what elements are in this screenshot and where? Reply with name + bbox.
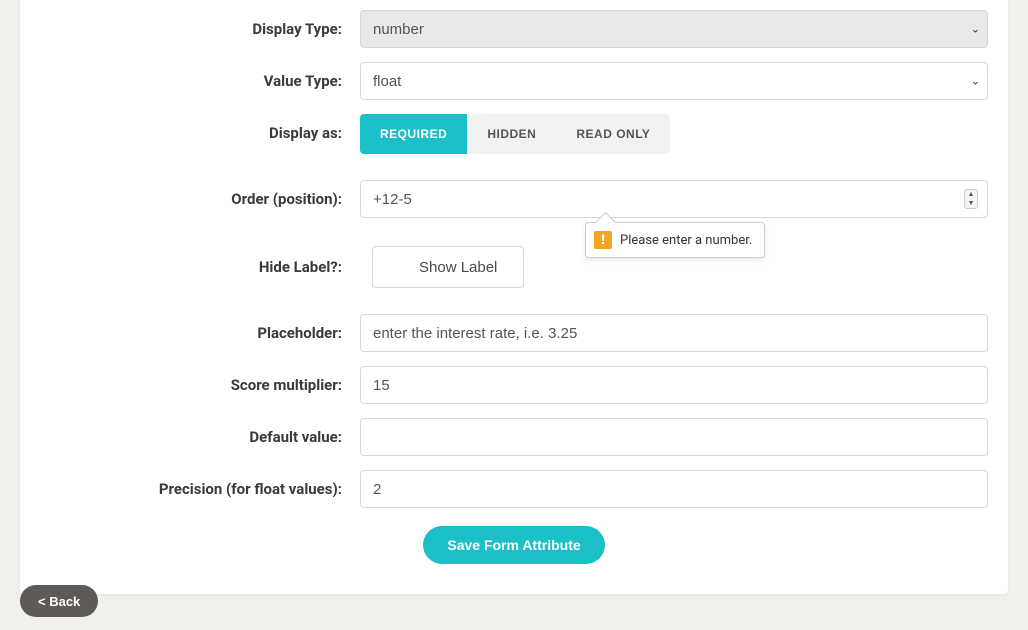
value-type-select[interactable]: float <box>360 62 988 100</box>
label-precision: Precision (for float values): <box>40 480 360 498</box>
back-button[interactable]: < Back <box>20 585 98 617</box>
label-placeholder: Placeholder: <box>40 324 360 342</box>
default-value-input[interactable] <box>360 418 988 456</box>
wrap-default-value <box>360 418 988 456</box>
row-display-as: Display as: REQUIRED HIDDEN READ ONLY <box>40 114 988 154</box>
display-type-select[interactable]: number <box>360 10 988 48</box>
label-score-multiplier: Score multiplier: <box>40 376 360 394</box>
row-default-value: Default value: <box>40 418 988 456</box>
precision-input[interactable] <box>360 470 988 508</box>
save-button[interactable]: Save Form Attribute <box>423 526 604 564</box>
display-as-hidden[interactable]: HIDDEN <box>467 114 556 154</box>
order-input[interactable] <box>360 180 988 218</box>
row-score-multiplier: Score multiplier: <box>40 366 988 404</box>
row-value-type: Value Type: float ⌄ <box>40 62 988 100</box>
display-as-required[interactable]: REQUIRED <box>360 114 467 154</box>
row-order: Order (position): ▲▼ ! Please enter a nu… <box>40 180 988 218</box>
row-placeholder: Placeholder: <box>40 314 988 352</box>
show-label-button[interactable]: Show Label <box>372 246 524 288</box>
wrap-placeholder <box>360 314 988 352</box>
wrap-order: ▲▼ ! Please enter a number. <box>360 180 988 218</box>
placeholder-input[interactable] <box>360 314 988 352</box>
wrap-precision <box>360 470 988 508</box>
label-display-type: Display Type: <box>40 20 360 38</box>
label-hide-label: Hide Label?: <box>40 258 360 276</box>
wrap-display-type: number ⌄ <box>360 10 988 48</box>
display-as-readonly[interactable]: READ ONLY <box>556 114 670 154</box>
row-hide-label: Hide Label?: Show Label <box>40 246 988 288</box>
row-display-type: Display Type: number ⌄ <box>40 10 988 48</box>
row-precision: Precision (for float values): <box>40 470 988 508</box>
label-default-value: Default value: <box>40 428 360 446</box>
display-as-group: REQUIRED HIDDEN READ ONLY <box>360 114 670 154</box>
label-order: Order (position): <box>40 190 360 208</box>
form-panel: Display Type: number ⌄ Value Type: float… <box>20 0 1008 594</box>
score-multiplier-input[interactable] <box>360 366 988 404</box>
label-display-as: Display as: <box>40 114 360 142</box>
wrap-score-multiplier <box>360 366 988 404</box>
wrap-value-type: float ⌄ <box>360 62 988 100</box>
validation-tooltip: ! Please enter a number. <box>585 222 765 258</box>
label-value-type: Value Type: <box>40 72 360 90</box>
validation-message: Please enter a number. <box>620 233 752 248</box>
wrap-display-as: REQUIRED HIDDEN READ ONLY <box>360 114 988 154</box>
warning-icon: ! <box>594 231 612 249</box>
